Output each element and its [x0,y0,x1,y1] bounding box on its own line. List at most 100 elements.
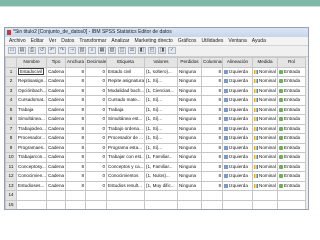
align-cell[interactable]: Izquierda [222,152,253,163]
empty-cell[interactable] [277,190,306,201]
missing-cell[interactable]: Ninguna [177,142,202,153]
column-header-anchura[interactable]: Anchura [65,57,86,68]
measure-cell[interactable]: Nominal [252,152,278,163]
missing-cell[interactable]: Ninguna [177,85,202,96]
measure-cell[interactable]: Nominal [252,123,278,134]
decimals-cell[interactable]: 0 [85,171,107,182]
width-cell[interactable]: 8 [65,114,86,125]
type-cell[interactable]: Cadena [46,66,66,77]
type-cell[interactable]: Cadena [46,123,66,134]
width-cell[interactable]: 8 [65,152,86,163]
decimals-cell[interactable]: 0 [85,152,107,163]
select-cases-icon[interactable]: ◧ [138,47,146,54]
columns-cell[interactable]: 8 [201,133,223,144]
measure-cell[interactable]: Nominal [252,76,278,87]
empty-cell[interactable] [85,190,107,201]
columns-cell[interactable]: 8 [201,123,223,134]
row-number[interactable]: 9 [5,142,17,153]
split-file-icon[interactable]: ◫ [118,47,126,54]
values-cell[interactable]: {1, Si}... [144,123,178,134]
variables-icon[interactable]: ▥ [78,47,86,54]
role-cell[interactable]: Entrada [277,180,306,191]
type-cell[interactable]: Cadena [46,161,66,172]
empty-cell[interactable] [46,190,66,201]
name-cell[interactable]: Trabajarcon... [16,152,47,163]
values-cell[interactable]: {1, Si}... [144,104,178,115]
align-cell[interactable]: Izquierda [222,85,253,96]
row-number[interactable]: 14 [5,190,17,201]
width-cell[interactable]: 8 [65,85,86,96]
align-cell[interactable]: Izquierda [222,104,253,115]
type-cell[interactable]: Cadena [46,95,66,106]
decimals-cell[interactable]: 0 [85,142,107,153]
width-cell[interactable]: 8 [65,171,86,182]
missing-cell[interactable]: Ninguna [177,180,202,191]
empty-cell[interactable] [46,199,66,209]
empty-cell[interactable] [65,190,86,201]
name-cell[interactable]: Programaes... [16,142,47,153]
row-number[interactable]: 11 [5,161,17,172]
label-cell[interactable]: Cursado mate... [106,95,145,106]
width-cell[interactable]: 8 [65,66,86,77]
empty-cell[interactable] [106,190,145,201]
menu-item-editar[interactable]: Editar [29,37,47,45]
missing-cell[interactable]: Ninguna [177,76,202,87]
label-cell[interactable]: Estado civil [106,66,145,77]
menu-item-ver[interactable]: Ver [47,37,60,45]
column-header-rol[interactable]: Rol [277,57,306,68]
empty-cell[interactable] [177,190,202,201]
decimals-cell[interactable]: 0 [85,104,107,115]
menu-item-transformar[interactable]: Transformar [77,37,109,45]
row-number[interactable]: 3 [5,85,17,96]
columns-cell[interactable]: 8 [201,85,223,96]
decimals-cell[interactable]: 0 [85,85,107,96]
measure-cell[interactable]: Nominal [252,133,278,144]
values-cell[interactable]: {1, Familiar... [144,152,178,163]
missing-cell[interactable]: Ninguna [177,161,202,172]
name-cell[interactable]: Trabajoideo... [16,123,47,134]
empty-cell[interactable] [252,199,278,209]
align-cell[interactable]: Izquierda [222,76,253,87]
role-cell[interactable]: Entrada [277,85,306,96]
menu-item-datos[interactable]: Datos [59,37,77,45]
empty-cell[interactable] [222,199,253,209]
columns-cell[interactable]: 8 [201,95,223,106]
name-cell[interactable]: Conocimien... [16,171,47,182]
column-header-etiqueta[interactable]: Etiqueta [106,57,145,68]
menu-item-archivo[interactable]: Archivo [5,37,29,45]
menu-item-utilidades[interactable]: Utilidades [199,37,226,45]
name-cell[interactable]: Estadocivil [16,66,47,77]
label-cell[interactable]: Conceptos y ca... [106,161,145,172]
missing-cell[interactable]: Ninguna [177,171,202,182]
empty-cell[interactable] [222,190,253,201]
name-cell[interactable]: Trabaja [16,104,47,115]
measure-cell[interactable]: Nominal [252,180,278,191]
type-cell[interactable]: Cadena [46,85,66,96]
width-cell[interactable]: 8 [65,133,86,144]
role-cell[interactable]: Entrada [277,133,306,144]
type-cell[interactable]: Cadena [46,171,66,182]
name-cell[interactable]: Procesador... [16,133,47,144]
type-cell[interactable]: Cadena [46,76,66,87]
align-cell[interactable]: Izquierda [222,95,253,106]
decimals-cell[interactable]: 0 [85,161,107,172]
name-cell[interactable]: Simultánea... [16,114,47,125]
type-cell[interactable]: Cadena [46,152,66,163]
row-number[interactable]: 7 [5,123,17,134]
value-labels-icon[interactable]: ◰ [148,47,156,54]
empty-cell[interactable] [16,190,47,201]
missing-cell[interactable]: Ninguna [177,95,202,106]
row-number[interactable]: 1 [5,66,17,77]
values-cell[interactable]: {1, Si}... [144,133,178,144]
decimals-cell[interactable]: 0 [85,95,107,106]
empty-cell[interactable] [201,199,223,209]
label-cell[interactable]: Modalidad bach... [106,85,145,96]
empty-cell[interactable] [177,199,202,209]
label-cell[interactable]: Trabajo ordena... [106,123,145,134]
measure-cell[interactable]: Nominal [252,142,278,153]
width-cell[interactable]: 8 [65,104,86,115]
label-cell[interactable]: Programa esta... [106,142,145,153]
width-cell[interactable]: 8 [65,95,86,106]
label-cell[interactable]: Conocimientos [106,171,145,182]
measure-cell[interactable]: Nominal [252,114,278,125]
